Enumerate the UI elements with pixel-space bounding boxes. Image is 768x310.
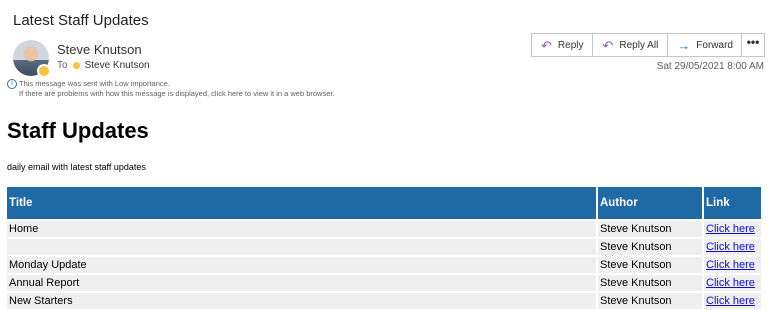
message-notice: i This message was sent with Low importan… xyxy=(7,79,335,99)
forward-label: Forward xyxy=(696,39,733,51)
row-link[interactable]: Click here xyxy=(706,223,755,235)
cell-link: Click here xyxy=(703,237,761,256)
cell-author: Steve Knutson xyxy=(597,255,704,274)
table-row: Monday Update Steve Knutson Click here xyxy=(7,255,761,274)
reply-button[interactable]: ↶ Reply xyxy=(531,33,594,57)
presence-away-icon xyxy=(37,64,51,78)
sender-name[interactable]: Steve Knutson xyxy=(57,42,142,57)
body-heading: Staff Updates xyxy=(7,118,149,143)
recipient-line: To Steve Knutson xyxy=(57,60,150,71)
reply-icon: ↶ xyxy=(541,37,552,53)
reply-label: Reply xyxy=(557,39,584,51)
sender-avatar[interactable] xyxy=(13,40,51,78)
cell-title xyxy=(7,237,598,256)
cell-link: Click here xyxy=(703,219,761,238)
row-link[interactable]: Click here xyxy=(706,259,755,271)
cell-title: Monday Update xyxy=(7,255,598,274)
cell-author: Steve Knutson xyxy=(597,237,704,256)
cell-link: Click here xyxy=(703,291,761,309)
header-link: Link xyxy=(703,187,761,220)
recipient-presence-icon xyxy=(72,62,80,69)
info-icon: i xyxy=(7,79,17,90)
body-description: daily email with latest staff updates xyxy=(7,162,146,172)
importance-notice: This message was sent with Low importanc… xyxy=(19,79,170,88)
sent-timestamp: Sat 29/05/2021 8:00 AM xyxy=(656,61,764,72)
forward-button[interactable]: → Forward xyxy=(667,33,743,57)
row-link[interactable]: Click here xyxy=(706,241,755,253)
message-actions: ↶ Reply ↶ Reply All → Forward xyxy=(531,33,743,57)
recipient-name[interactable]: Steve Knutson xyxy=(85,60,150,71)
cell-link: Click here xyxy=(703,255,761,274)
table-header-row: Title Author Link xyxy=(7,187,761,220)
cell-link: Click here xyxy=(703,273,761,292)
reply-all-icon: ↶ xyxy=(602,37,614,53)
staff-updates-table: Title Author Link Home Steve Knutson Cli… xyxy=(7,187,761,309)
reply-all-button[interactable]: ↶ Reply All xyxy=(592,33,669,57)
row-link[interactable]: Click here xyxy=(706,277,755,289)
header-title: Title xyxy=(7,187,598,220)
header-author: Author xyxy=(597,187,704,220)
more-actions-button[interactable]: ••• xyxy=(741,33,765,57)
cell-author: Steve Knutson xyxy=(597,219,704,238)
reply-all-label: Reply All xyxy=(619,39,659,51)
row-link[interactable]: Click here xyxy=(706,295,755,307)
cell-title: New Starters xyxy=(7,291,598,309)
table-row: Steve Knutson Click here xyxy=(7,237,761,256)
forward-icon: → xyxy=(677,37,691,53)
view-in-browser-notice[interactable]: If there are problems with how this mess… xyxy=(7,89,335,99)
cell-title: Annual Report xyxy=(7,273,598,292)
email-subject: Latest Staff Updates xyxy=(13,12,149,29)
cell-author: Steve Knutson xyxy=(597,291,704,309)
cell-author: Steve Knutson xyxy=(597,273,704,292)
table-row: Home Steve Knutson Click here xyxy=(7,219,761,238)
to-label: To xyxy=(57,60,68,71)
table-row: Annual Report Steve Knutson Click here xyxy=(7,273,761,292)
cell-title: Home xyxy=(7,219,598,238)
table-row: New Starters Steve Knutson Click here xyxy=(7,291,761,309)
